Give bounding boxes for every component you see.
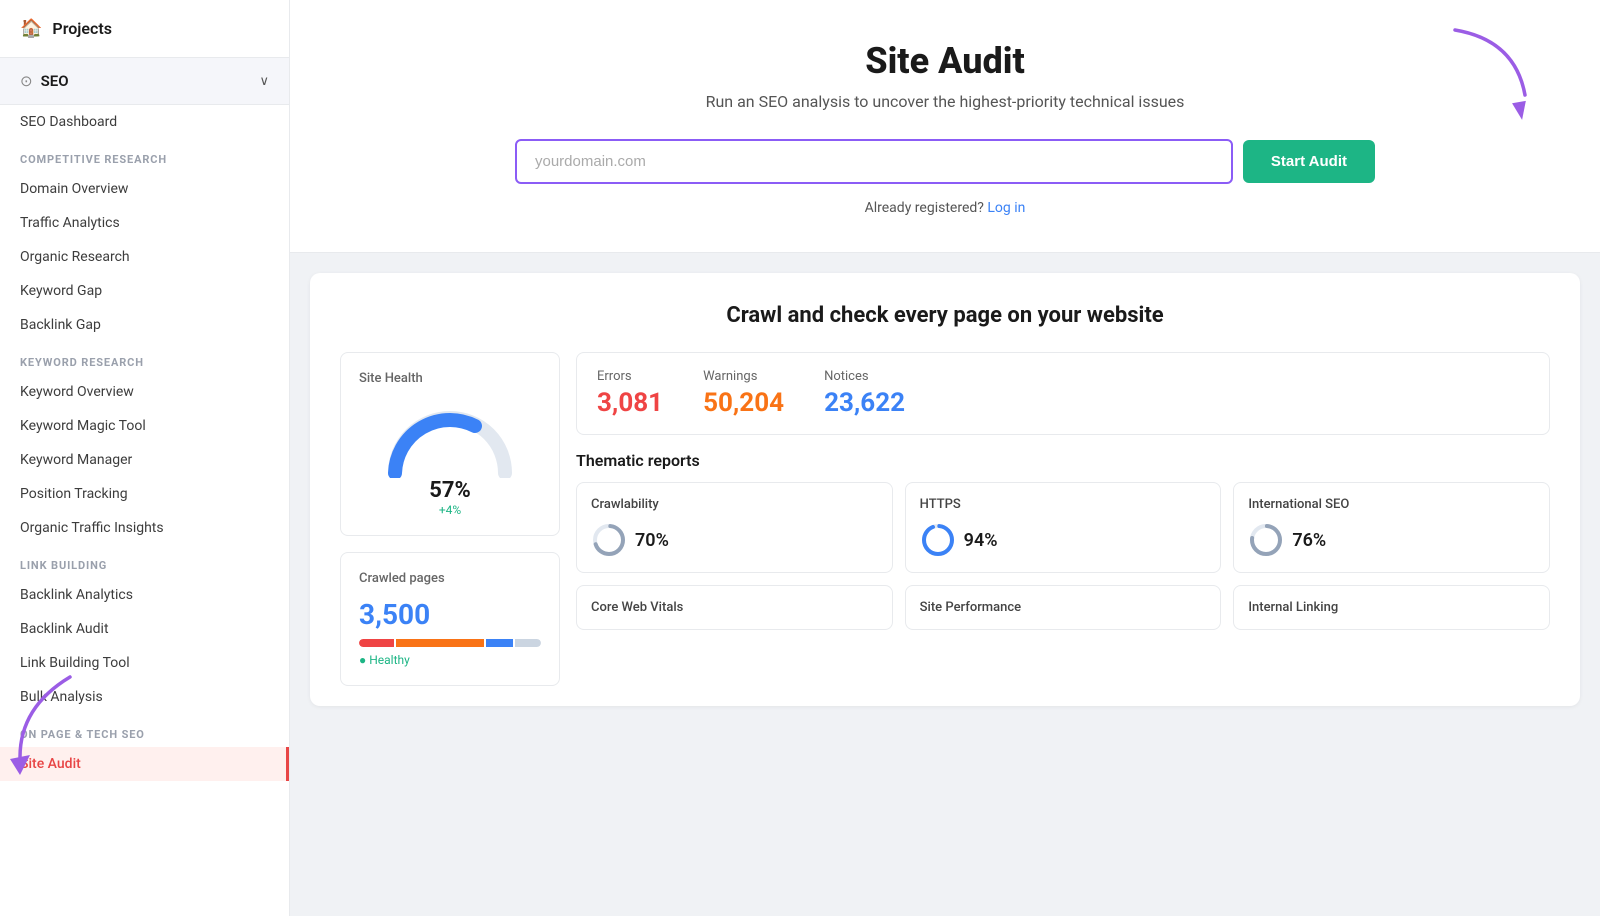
sidebar-item-backlink-analytics[interactable]: Backlink Analytics: [0, 578, 289, 612]
thematic-reports-section: Thematic reports Crawlability 70%: [576, 451, 1550, 630]
dashboard-grid: Site Health 57% +4% Crawled pa: [340, 352, 1550, 686]
section-label-link-building: LINK BUILDING: [0, 545, 289, 578]
sidebar-item-keyword-overview[interactable]: Keyword Overview: [0, 375, 289, 409]
https-row: 94%: [920, 522, 1207, 558]
hero-section: Site Audit Run an SEO analysis to uncove…: [290, 0, 1600, 253]
notices-value: 23,622: [824, 388, 905, 418]
ewn-card: Errors 3,081 Warnings 50,204 Notices 23,…: [576, 352, 1550, 435]
internal-linking-title: Internal Linking: [1248, 600, 1535, 615]
notices-item: Notices 23,622: [824, 369, 905, 418]
main-content: Site Audit Run an SEO analysis to uncove…: [290, 0, 1600, 916]
sidebar-item-keyword-magic-tool[interactable]: Keyword Magic Tool: [0, 409, 289, 443]
home-icon: 🏠: [20, 18, 42, 39]
international-seo-row: 76%: [1248, 522, 1535, 558]
crawl-section: Crawl and check every page on your websi…: [310, 273, 1580, 706]
page-title: Site Audit: [350, 40, 1540, 82]
sidebar-item-backlink-gap[interactable]: Backlink Gap: [0, 308, 289, 342]
https-title: HTTPS: [920, 497, 1207, 512]
seo-nav-left: ⊙ SEO: [20, 72, 69, 90]
gauge-svg: [380, 398, 520, 478]
thematic-card-crawlability[interactable]: Crawlability 70%: [576, 482, 893, 573]
projects-header[interactable]: 🏠 Projects: [0, 0, 289, 58]
sidebar: 🏠 Projects ⊙ SEO ∨ SEO Dashboard COMPETI…: [0, 0, 290, 916]
seo-nav-item[interactable]: ⊙ SEO ∨: [0, 58, 289, 105]
seo-icon: ⊙: [20, 72, 33, 90]
domain-input[interactable]: [515, 139, 1233, 184]
sidebar-item-link-building-tool[interactable]: Link Building Tool: [0, 646, 289, 680]
site-health-change: +4%: [439, 503, 461, 517]
errors-label: Errors: [597, 369, 663, 384]
https-donut: [920, 522, 956, 558]
thematic-grid: Crawlability 70% HTTPS: [576, 482, 1550, 573]
international-seo-percent: 76%: [1292, 530, 1326, 551]
international-seo-donut: [1248, 522, 1284, 558]
crawled-progress-bar: [359, 639, 541, 647]
thematic-reports-title: Thematic reports: [576, 451, 1550, 470]
healthy-label: ● Healthy: [359, 653, 541, 667]
https-percent: 94%: [964, 530, 998, 551]
projects-label: Projects: [52, 19, 112, 38]
sidebar-item-position-tracking[interactable]: Position Tracking: [0, 477, 289, 511]
crawled-pages-label: Crawled pages: [359, 571, 541, 586]
crawlability-percent: 70%: [635, 530, 669, 551]
thematic-card-core-web-vitals[interactable]: Core Web Vitals: [576, 585, 893, 630]
hero-subtitle: Run an SEO analysis to uncover the highe…: [350, 92, 1540, 111]
site-performance-title: Site Performance: [920, 600, 1207, 615]
section-label-keyword: KEYWORD RESEARCH: [0, 342, 289, 375]
sidebar-item-organic-traffic-insights[interactable]: Organic Traffic Insights: [0, 511, 289, 545]
login-link[interactable]: Log in: [987, 200, 1025, 216]
progress-gray: [515, 639, 541, 647]
sidebar-item-traffic-analytics[interactable]: Traffic Analytics: [0, 206, 289, 240]
crawled-pages-number: 3,500: [359, 598, 541, 631]
notices-label: Notices: [824, 369, 905, 384]
crawlability-title: Crawlability: [591, 497, 878, 512]
sidebar-item-domain-overview[interactable]: Domain Overview: [0, 172, 289, 206]
crawled-pages-card: Crawled pages 3,500 ● Healthy: [340, 552, 560, 686]
sidebar-item-bulk-analysis[interactable]: Bulk Analysis: [0, 680, 289, 714]
crawlability-donut: [591, 522, 627, 558]
warnings-item: Warnings 50,204: [703, 369, 784, 418]
warnings-value: 50,204: [703, 388, 784, 418]
chevron-down-icon: ∨: [259, 74, 269, 89]
seo-label: SEO: [41, 72, 69, 90]
sidebar-item-keyword-gap[interactable]: Keyword Gap: [0, 274, 289, 308]
progress-orange: [396, 639, 484, 647]
core-web-vitals-title: Core Web Vitals: [591, 600, 878, 615]
sidebar-item-seo-dashboard[interactable]: SEO Dashboard: [0, 105, 289, 139]
already-registered-text: Already registered? Log in: [350, 200, 1540, 216]
thematic-card-site-performance[interactable]: Site Performance: [905, 585, 1222, 630]
search-row: Start Audit: [515, 139, 1375, 184]
crawl-title: Crawl and check every page on your websi…: [340, 303, 1550, 328]
errors-item: Errors 3,081: [597, 369, 663, 418]
start-audit-button[interactable]: Start Audit: [1243, 140, 1375, 183]
site-health-percent: 57%: [429, 478, 471, 503]
thematic-card-internal-linking[interactable]: Internal Linking: [1233, 585, 1550, 630]
warnings-label: Warnings: [703, 369, 784, 384]
section-label-competitive: COMPETITIVE RESEARCH: [0, 139, 289, 172]
progress-red: [359, 639, 394, 647]
sidebar-item-keyword-manager[interactable]: Keyword Manager: [0, 443, 289, 477]
right-column: Errors 3,081 Warnings 50,204 Notices 23,…: [576, 352, 1550, 686]
section-label-on-page: ON PAGE & TECH SEO: [0, 714, 289, 747]
progress-blue: [486, 639, 512, 647]
thematic-grid-bottom: Core Web Vitals Site Performance Interna…: [576, 585, 1550, 630]
left-column: Site Health 57% +4% Crawled pa: [340, 352, 560, 686]
thematic-card-international-seo[interactable]: International SEO 76%: [1233, 482, 1550, 573]
thematic-card-https[interactable]: HTTPS 94%: [905, 482, 1222, 573]
sidebar-item-organic-research[interactable]: Organic Research: [0, 240, 289, 274]
crawlability-row: 70%: [591, 522, 878, 558]
sidebar-item-backlink-audit[interactable]: Backlink Audit: [0, 612, 289, 646]
gauge-container: 57% +4%: [359, 398, 541, 517]
site-health-card: Site Health 57% +4%: [340, 352, 560, 536]
international-seo-title: International SEO: [1248, 497, 1535, 512]
sidebar-item-site-audit[interactable]: Site Audit: [0, 747, 289, 781]
errors-value: 3,081: [597, 388, 663, 418]
site-health-label: Site Health: [359, 371, 541, 386]
